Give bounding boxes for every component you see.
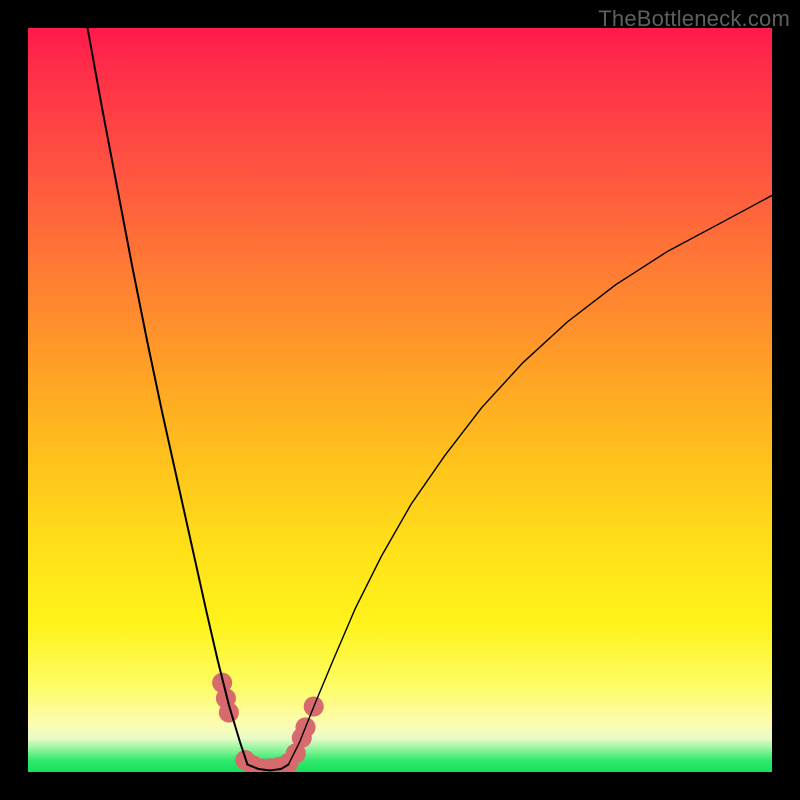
- curve-left-branch: [88, 28, 248, 765]
- plot-area: [28, 28, 772, 772]
- chart-svg: [28, 28, 772, 772]
- chart-frame: TheBottleneck.com: [0, 0, 800, 800]
- watermark-text: TheBottleneck.com: [598, 6, 790, 32]
- curve-right-branch: [288, 195, 772, 764]
